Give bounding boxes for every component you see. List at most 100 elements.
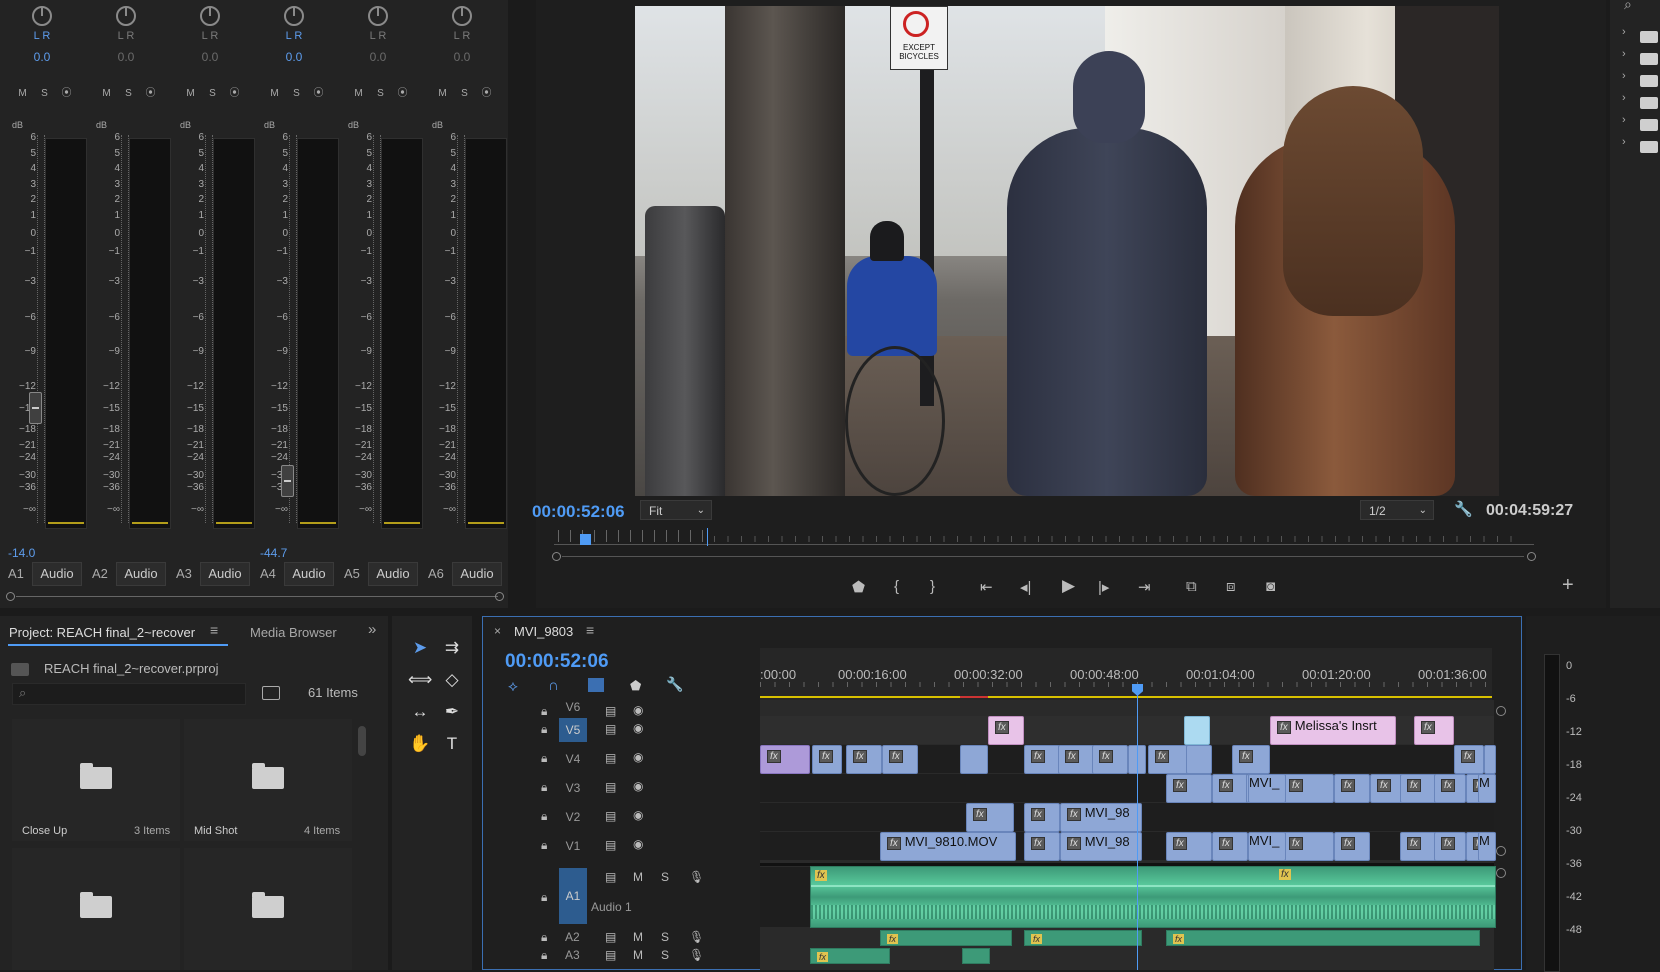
- track-header-a3[interactable]: 🔒︎ A3 ▤ M S 🎙︎: [487, 946, 759, 964]
- project-bin-row[interactable]: ›: [1610, 26, 1660, 46]
- audio-clip-a2[interactable]: fx: [880, 930, 1012, 946]
- audio-clip-a2[interactable]: fx: [1166, 930, 1480, 946]
- audio-clip-a2[interactable]: fx: [1024, 930, 1142, 946]
- microphone-icon[interactable]: 🎙︎: [689, 930, 704, 944]
- lock-icon[interactable]: 🔒︎: [541, 751, 547, 766]
- audio-clip-a3[interactable]: fx: [810, 948, 890, 964]
- timeline-clip[interactable]: fx: [1058, 745, 1094, 774]
- wrench-icon[interactable]: 🔧: [1454, 500, 1473, 518]
- filmstrip-icon[interactable]: ▤: [605, 948, 616, 962]
- lift-button[interactable]: ⧉: [1186, 578, 1197, 595]
- timeline-clip[interactable]: [1186, 745, 1212, 774]
- step-back-button[interactable]: ◂|: [1020, 578, 1031, 596]
- timeline-clip[interactable]: fx: [1400, 832, 1436, 861]
- project-bin-row[interactable]: ›: [1610, 136, 1660, 156]
- monitor-playhead[interactable]: [580, 534, 591, 545]
- lock-icon[interactable]: 🔒︎: [541, 838, 547, 853]
- timeline-clip[interactable]: M: [1478, 774, 1496, 803]
- lock-icon[interactable]: 🔒︎: [541, 930, 547, 945]
- timeline-clip[interactable]: fx: [1166, 774, 1212, 803]
- selection-tool[interactable]: ➤: [408, 636, 432, 660]
- timeline-clip[interactable]: fx: [1232, 745, 1270, 774]
- track-output-button[interactable]: Audio: [284, 562, 334, 586]
- record-button[interactable]: ⦿: [394, 86, 411, 102]
- project-search-input[interactable]: ⌕: [12, 683, 246, 705]
- track-name[interactable]: V6: [559, 700, 587, 714]
- timeline-clip[interactable]: fx: [1334, 832, 1370, 861]
- panel-menu-icon[interactable]: ≡: [210, 622, 218, 638]
- track-output-button[interactable]: Audio: [452, 562, 502, 586]
- timeline-clip[interactable]: fx: [1024, 803, 1060, 832]
- solo-button[interactable]: S: [661, 948, 669, 962]
- track-header-v3[interactable]: 🔒︎ V3 ▤ ◉: [487, 774, 759, 802]
- filmstrip-icon[interactable]: ▤: [605, 780, 616, 794]
- mute-button[interactable]: M: [434, 86, 451, 102]
- go-to-out-button[interactable]: ⇥: [1138, 578, 1151, 596]
- timeline-clip[interactable]: MVI_: [1248, 774, 1286, 803]
- solo-button[interactable]: S: [661, 870, 669, 884]
- timeline-clip[interactable]: fx: [988, 716, 1024, 745]
- pan-value[interactable]: 0.0: [168, 50, 252, 64]
- timeline-clip[interactable]: fx MVI_9810.MOV: [880, 832, 1016, 861]
- record-button[interactable]: ⦿: [478, 86, 495, 102]
- mute-button[interactable]: M: [633, 948, 643, 962]
- mixer-scrollbar[interactable]: [4, 592, 504, 601]
- play-button[interactable]: ▶: [1062, 576, 1075, 596]
- mute-button[interactable]: M: [633, 870, 643, 884]
- pan-value[interactable]: 0.0: [252, 50, 336, 64]
- timeline-clip[interactable]: fx Melissa's Insrt: [1270, 716, 1396, 745]
- step-forward-button[interactable]: |▸: [1098, 578, 1109, 596]
- timeline-clip[interactable]: fx: [1282, 832, 1334, 861]
- bin-close-up[interactable]: Close Up 3 Items: [12, 719, 180, 841]
- project-bin-row[interactable]: ›: [1610, 114, 1660, 134]
- track-name[interactable]: A3: [565, 948, 580, 962]
- resolution-select[interactable]: 1/2 ⌄: [1360, 500, 1434, 520]
- track-output-button[interactable]: Audio: [368, 562, 418, 586]
- mute-button[interactable]: M: [14, 86, 31, 102]
- timeline-clip[interactable]: MVI_: [1248, 832, 1286, 861]
- filmstrip-icon[interactable]: ▤: [605, 838, 616, 852]
- eye-icon[interactable]: ◉: [633, 721, 643, 735]
- search-icon[interactable]: ⌕: [1624, 0, 1632, 13]
- pan-value[interactable]: 0.0: [84, 50, 168, 64]
- timeline-clip[interactable]: fx: [1024, 745, 1060, 774]
- filmstrip-icon[interactable]: ▤: [605, 930, 616, 944]
- timeline-clip[interactable]: fx MVI_98: [1060, 832, 1142, 861]
- record-button[interactable]: ⦿: [58, 86, 75, 102]
- eye-icon[interactable]: ◉: [633, 779, 643, 793]
- solo-button[interactable]: S: [288, 86, 305, 102]
- timeline-clip[interactable]: fx: [1434, 832, 1466, 861]
- pan-knob[interactable]: [452, 6, 472, 26]
- pan-knob[interactable]: [200, 6, 220, 26]
- microphone-icon[interactable]: 🎙︎: [689, 948, 704, 962]
- pen-tool[interactable]: ✒: [440, 700, 464, 724]
- timeline-timecode[interactable]: 00:00:52:06: [505, 651, 609, 673]
- filmstrip-icon[interactable]: ▤: [605, 751, 616, 765]
- zoom-select[interactable]: Fit ⌄: [640, 500, 712, 520]
- filmstrip-icon[interactable]: ▤: [605, 722, 616, 736]
- mute-button[interactable]: M: [350, 86, 367, 102]
- volume-fader[interactable]: [281, 465, 294, 497]
- volume-value[interactable]: -14.0: [8, 546, 35, 560]
- solo-button[interactable]: S: [36, 86, 53, 102]
- project-bin-row[interactable]: ›: [1610, 70, 1660, 90]
- pan-knob[interactable]: [284, 6, 304, 26]
- new-bin-icon[interactable]: [262, 686, 280, 700]
- track-header-v6[interactable]: 🔒︎ V6 ▤ ◉: [487, 700, 759, 718]
- monitor-time-ruler[interactable]: [552, 528, 1536, 561]
- mute-button[interactable]: M: [98, 86, 115, 102]
- mute-button[interactable]: M: [633, 930, 643, 944]
- record-button[interactable]: ⦿: [310, 86, 327, 102]
- track-output-button[interactable]: Audio: [32, 562, 82, 586]
- track-name[interactable]: V4: [559, 747, 587, 771]
- bin-4[interactable]: [184, 848, 352, 970]
- project-bin-row[interactable]: ›: [1610, 92, 1660, 112]
- ripple-edit-tool[interactable]: ⟺: [408, 668, 432, 692]
- timeline-clip[interactable]: M: [1478, 832, 1496, 861]
- track-output-button[interactable]: Audio: [116, 562, 166, 586]
- audio-clip-a1[interactable]: fx fx: [810, 866, 1496, 928]
- go-to-in-button[interactable]: ⇤: [980, 578, 993, 596]
- pan-value[interactable]: 0.0: [0, 50, 84, 64]
- timeline-clip[interactable]: fx: [812, 745, 842, 774]
- track-header-v1[interactable]: 🔒︎ V1 ▤ ◉: [487, 832, 759, 860]
